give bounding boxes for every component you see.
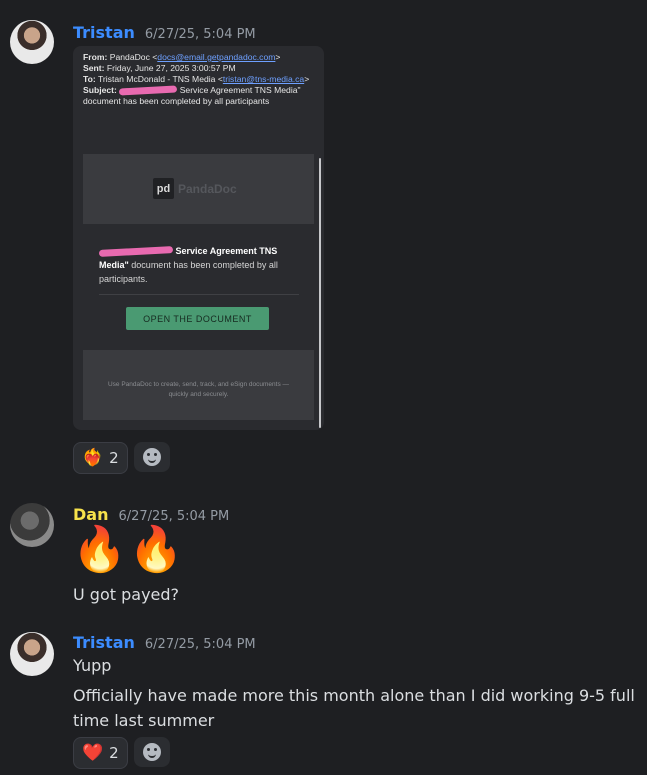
reaction-heart[interactable]: ❤️ 2 <box>73 737 128 769</box>
completion-notice: Service Agreement TNS Media" document ha… <box>98 244 304 286</box>
avatar-dan[interactable] <box>10 503 54 547</box>
email-screenshot[interactable]: From: PandaDoc <docs@email.getpandadoc.c… <box>73 46 324 430</box>
to-label: To: <box>83 74 96 84</box>
reaction-heart-on-fire[interactable]: ❤️‍🔥 2 <box>73 442 128 474</box>
pandadoc-wordmark: PandaDoc <box>178 181 237 196</box>
reaction-count: 2 <box>109 744 119 762</box>
message-header: Dan 6/27/25, 5:04 PM <box>73 505 229 524</box>
author-name[interactable]: Dan <box>73 505 108 524</box>
to-value: Tristan McDonald - TNS Media < <box>97 74 223 84</box>
timestamp: 6/27/25, 5:04 PM <box>144 27 256 42</box>
message-text: U got payed? <box>73 585 180 604</box>
to-email-link: tristan@tns-media.ca <box>222 74 305 84</box>
subject-label: Subject: <box>83 85 117 95</box>
from-end: > <box>275 52 281 62</box>
reaction-row: ❤️‍🔥 2 <box>73 442 170 474</box>
heart-on-fire-icon: ❤️‍🔥 <box>82 447 104 468</box>
email-footer: Use PandaDoc to create, send, track, and… <box>83 350 314 420</box>
message-header: Tristan 6/27/25, 5:04 PM <box>73 633 256 652</box>
author-name[interactable]: Tristan <box>73 633 135 652</box>
avatar-tristan[interactable] <box>10 632 54 676</box>
sent-label: Sent: <box>83 63 105 73</box>
redaction-mark <box>119 85 178 96</box>
timestamp: 6/27/25, 5:04 PM <box>144 637 256 652</box>
add-reaction-button[interactable] <box>133 442 170 472</box>
footer-text: Use PandaDoc to create, send, track, and… <box>107 381 290 398</box>
email-headers: From: PandaDoc <docs@email.getpandadoc.c… <box>83 52 311 107</box>
author-name[interactable]: Tristan <box>73 23 135 42</box>
divider <box>99 294 299 295</box>
open-document-button: OPEN THE DOCUMENT <box>126 307 269 330</box>
pandadoc-logo: pd PandaDoc <box>153 178 237 199</box>
smile-icon <box>142 743 161 761</box>
pandadoc-banner: pd PandaDoc <box>83 154 314 224</box>
sent-value: Friday, June 27, 2025 3:00:57 PM <box>106 63 236 73</box>
pandadoc-logo-icon: pd <box>153 178 174 199</box>
redaction-mark <box>98 246 174 258</box>
message-text: Officially have made more this month alo… <box>73 686 635 730</box>
smile-icon <box>142 448 161 466</box>
fire-emoji-message: 🔥🔥 <box>72 524 186 575</box>
to-end: > <box>304 74 310 84</box>
reaction-count: 2 <box>109 449 119 467</box>
message-text: Yupp <box>73 656 112 675</box>
add-reaction-button[interactable] <box>133 737 170 767</box>
scrollbar <box>319 158 321 428</box>
timestamp: 6/27/25, 5:04 PM <box>118 509 230 524</box>
message-header: Tristan 6/27/25, 5:04 PM <box>73 23 256 42</box>
avatar-tristan[interactable] <box>10 20 54 64</box>
reaction-row: ❤️ 2 <box>73 737 170 769</box>
heart-icon: ❤️ <box>82 742 104 763</box>
from-email-link: docs@email.getpandadoc.com <box>157 52 276 62</box>
from-label: From: <box>83 52 108 62</box>
from-value: PandaDoc < <box>109 52 158 62</box>
